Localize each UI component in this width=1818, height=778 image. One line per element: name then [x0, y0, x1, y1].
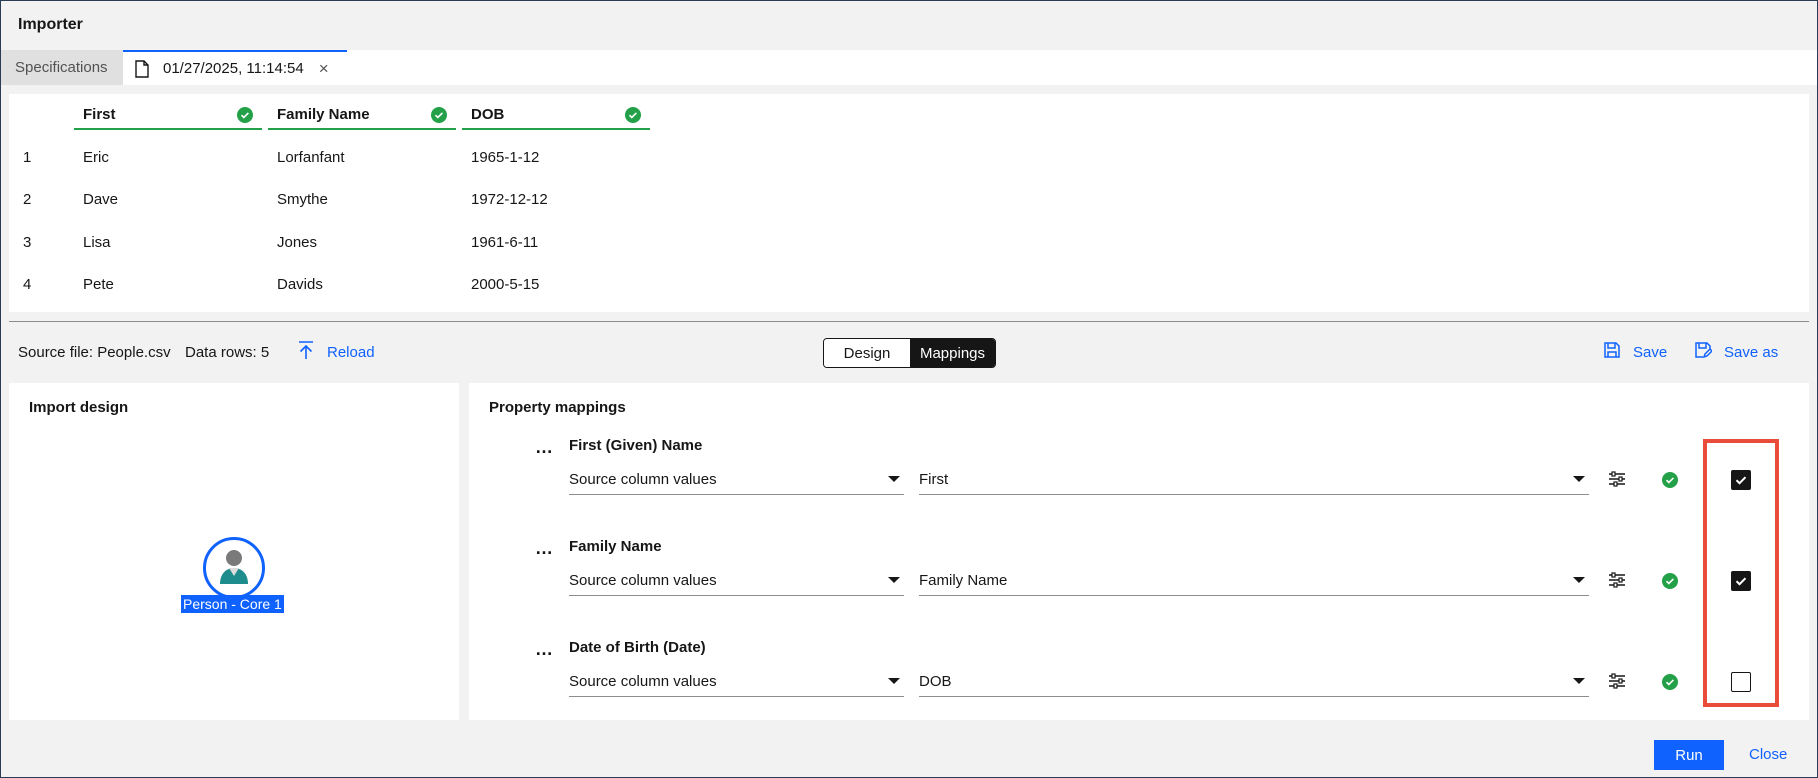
more-options-icon[interactable]: … — [535, 437, 554, 458]
chevron-down-icon — [888, 678, 900, 684]
dropdown-value: First — [919, 471, 949, 488]
person-node[interactable] — [203, 537, 265, 599]
row-index: 3 — [23, 234, 32, 251]
table-cell: 1972-12-12 — [471, 191, 548, 208]
column-header-dob[interactable]: DOB — [462, 104, 650, 130]
column-header-label: First — [83, 106, 116, 123]
person-icon — [214, 544, 254, 593]
mapping-property-name: First (Given) Name — [569, 437, 703, 454]
chevron-down-icon — [1573, 577, 1585, 583]
save-button[interactable]: Save — [1603, 341, 1667, 363]
table-cell: Jones — [277, 234, 318, 251]
check-circle-icon — [625, 107, 641, 127]
table-cell: Dave — [83, 191, 119, 208]
document-icon — [131, 59, 153, 78]
check-circle-icon — [237, 107, 253, 127]
save-label: Save — [1633, 343, 1668, 361]
view-toggle: Design Mappings — [823, 338, 996, 368]
chevron-down-icon — [1573, 678, 1585, 684]
more-options-icon[interactable]: … — [535, 538, 554, 559]
reload-button[interactable]: Reload — [297, 340, 375, 364]
dropdown-value: Source column values — [569, 673, 717, 690]
design-toggle-button[interactable]: Design — [824, 339, 910, 367]
property-mappings-title: Property mappings — [489, 399, 626, 416]
close-button[interactable]: Close — [1749, 746, 1787, 763]
save-as-button[interactable]: Save as — [1694, 341, 1778, 363]
row-index: 2 — [23, 191, 32, 208]
row-index: 1 — [23, 149, 32, 166]
run-button[interactable]: Run — [1654, 740, 1724, 770]
check-circle-icon — [1662, 674, 1678, 695]
source-column-dropdown[interactable]: DOB — [919, 667, 1589, 697]
source-type-dropdown[interactable]: Source column values — [569, 465, 904, 495]
column-header-first[interactable]: First — [74, 104, 262, 130]
table-cell: 1965-1-12 — [471, 149, 540, 166]
importer-window: Importer Specifications 01/27/2025, 11:1… — [0, 0, 1818, 778]
save-as-label: Save as — [1724, 343, 1779, 361]
settings-adjust-icon[interactable] — [1608, 572, 1626, 593]
tab-bar: Specifications 01/27/2025, 11:14:54 × — [1, 50, 1817, 85]
column-header-label: Family Name — [277, 106, 370, 123]
table-cell: Lisa — [83, 234, 111, 251]
check-circle-icon — [431, 107, 447, 127]
save-as-icon — [1694, 341, 1714, 363]
dropdown-value: Source column values — [569, 471, 717, 488]
table-cell: Smythe — [277, 191, 328, 208]
window-title: Importer — [18, 16, 83, 33]
source-column-dropdown[interactable]: Family Name — [919, 566, 1589, 596]
source-file-label: Source file: People.csv — [18, 344, 171, 361]
table-cell: 2000-5-15 — [471, 276, 540, 293]
source-type-dropdown[interactable]: Source column values — [569, 566, 904, 596]
dropdown-value: DOB — [919, 673, 952, 690]
dropdown-value: Source column values — [569, 572, 717, 589]
table-cell: Pete — [83, 276, 114, 293]
check-circle-icon — [1662, 472, 1678, 493]
chevron-down-icon — [1573, 476, 1585, 482]
close-tab-icon[interactable]: × — [319, 59, 329, 79]
tab-bar-fill — [347, 50, 1817, 85]
dropdown-value: Family Name — [919, 572, 1008, 589]
reload-label: Reload — [327, 343, 375, 361]
settings-adjust-icon[interactable] — [1608, 673, 1626, 694]
chevron-down-icon — [888, 476, 900, 482]
table-cell: Lorfanfant — [277, 149, 345, 166]
mappings-toggle-button[interactable]: Mappings — [910, 339, 995, 367]
highlight-box — [1703, 439, 1779, 707]
row-index: 4 — [23, 276, 32, 293]
node-label[interactable]: Person - Core 1 — [181, 595, 284, 613]
save-icon — [1603, 341, 1621, 363]
data-rows-label: Data rows: 5 — [185, 344, 270, 361]
source-column-dropdown[interactable]: First — [919, 465, 1589, 495]
mapping-property-name: Family Name — [569, 538, 662, 555]
check-circle-icon — [1662, 573, 1678, 594]
table-cell: Eric — [83, 149, 109, 166]
column-header-family-name[interactable]: Family Name — [268, 104, 456, 130]
settings-adjust-icon[interactable] — [1608, 471, 1626, 492]
mapping-property-name: Date of Birth (Date) — [569, 639, 706, 656]
more-options-icon[interactable]: … — [535, 639, 554, 660]
table-cell: 1961-6-11 — [471, 234, 539, 251]
chevron-down-icon — [888, 577, 900, 583]
tab-label: 01/27/2025, 11:14:54 — [163, 60, 304, 77]
section-divider — [9, 321, 1809, 322]
table-cell: Davids — [277, 276, 323, 293]
tab-import-session[interactable]: 01/27/2025, 11:14:54 × — [123, 50, 347, 85]
upload-icon — [297, 340, 315, 364]
source-type-dropdown[interactable]: Source column values — [569, 667, 904, 697]
import-design-title: Import design — [29, 399, 129, 416]
tab-specifications[interactable]: Specifications — [1, 50, 123, 85]
data-preview-table: First Family Name DOB 1 Eric Lorfanfant … — [9, 94, 1809, 312]
column-header-label: DOB — [471, 106, 505, 123]
